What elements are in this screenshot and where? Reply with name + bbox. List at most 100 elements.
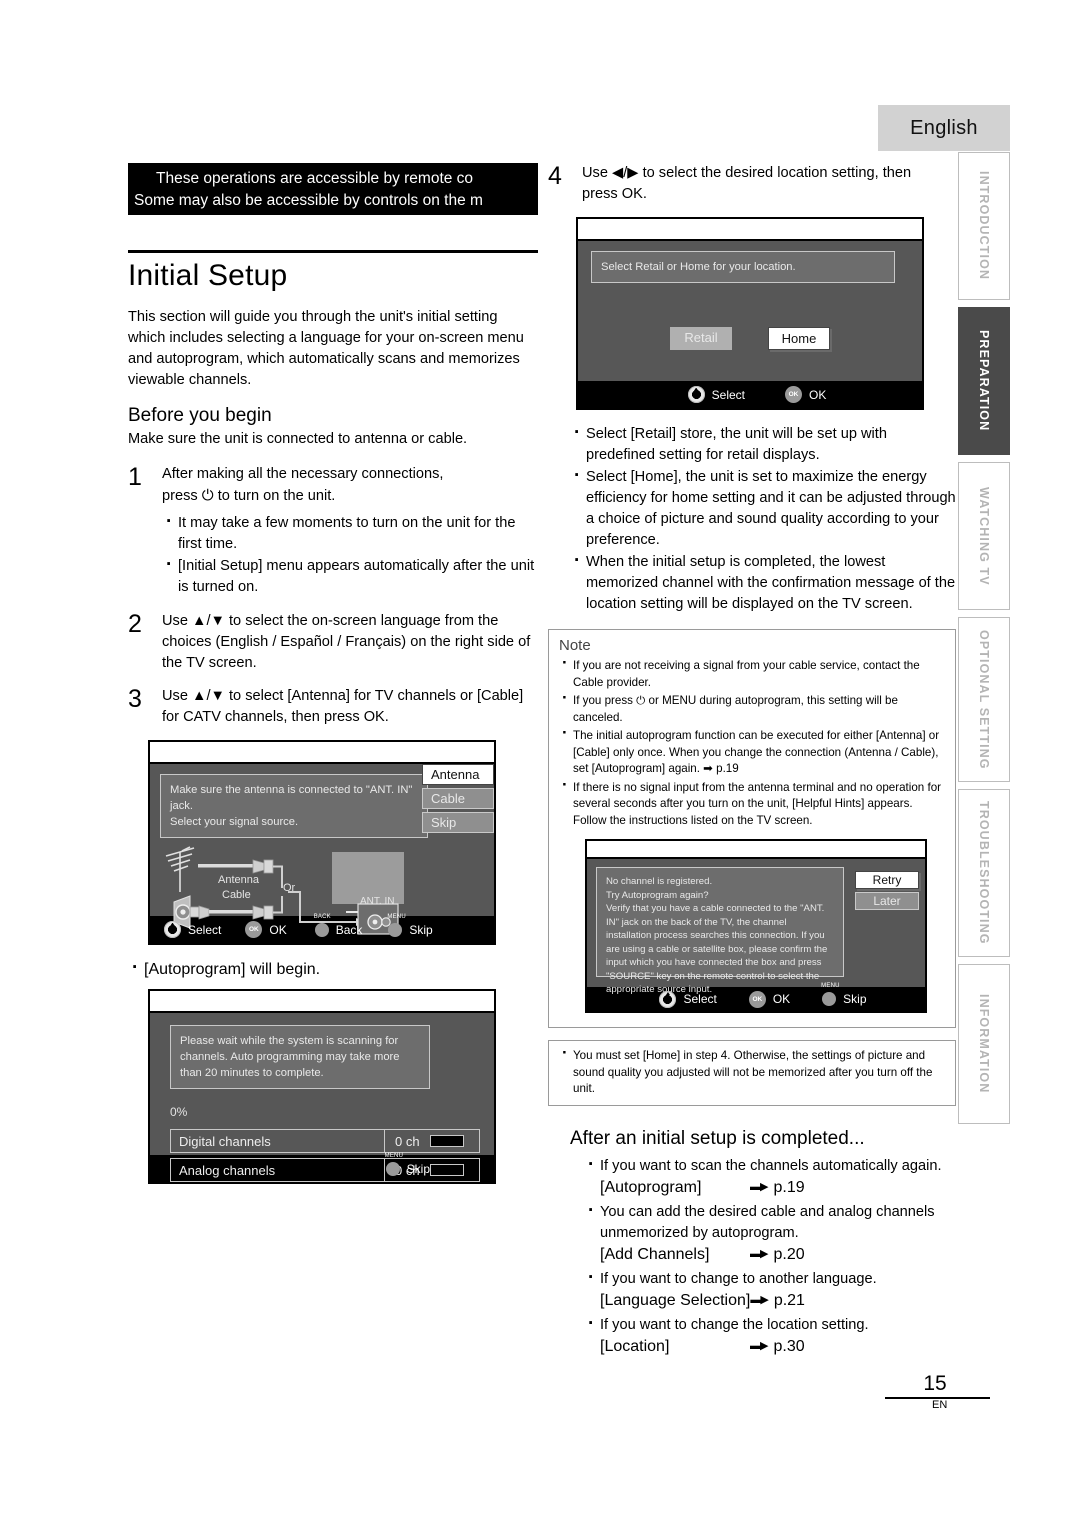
key-guide-select[interactable]: Select <box>659 990 717 1008</box>
arrow-icon: ▬▶ <box>750 1247 768 1260</box>
after-item-desc: You can add the desired cable and analog… <box>600 1203 935 1241</box>
option-home[interactable]: Home <box>768 327 830 350</box>
tv-screen-antenna-select: Make sure the antenna is connected to "A… <box>148 740 496 945</box>
no-channel-line-2: Try Autoprogram again? <box>606 889 709 901</box>
dpad-icon <box>164 921 181 938</box>
key-guide-select[interactable]: Select <box>687 386 745 403</box>
no-channel-line-3: Verify that you have a cable connected t… <box>606 903 828 995</box>
progress-row-name: Analog channels <box>179 1162 276 1178</box>
section-tab-label: INTRODUCTION <box>977 171 991 281</box>
note-box-secondary: You must set [Home] in step 4. Otherwise… <box>548 1040 956 1106</box>
left-column: Initial Setup This section will guide yo… <box>120 250 540 1184</box>
step-1-line-2-pre: press <box>162 488 198 504</box>
step-1-line-1: After making all the necessary connectio… <box>162 466 444 482</box>
remote-control-banner: These operations are accessible by remot… <box>128 163 538 215</box>
key-guide-skip[interactable]: MENU Skip <box>385 1153 430 1176</box>
after-item-page: p.20 <box>773 1245 805 1263</box>
tv-screen-header-bar <box>578 219 922 241</box>
key-cap-menu: MENU <box>384 1152 404 1159</box>
after-item-ref-line: [Location] ▬▶ p.30 <box>600 1336 956 1357</box>
step-3-number: 3 <box>128 685 142 713</box>
ok-button-icon: OK <box>245 921 263 938</box>
progress-bar <box>429 1135 464 1147</box>
tv-screen-content: Please wait while the system is scanning… <box>150 1013 494 1182</box>
section-tab-preparation[interactable]: PREPARATION <box>958 307 1010 455</box>
key-guide-skip[interactable]: MENU Skip <box>387 914 433 937</box>
section-tab-label: OPTIONAL SETTING <box>977 629 991 770</box>
key-guide-label: Select <box>711 387 745 402</box>
key-guide-ok[interactable]: OK OK <box>785 386 826 403</box>
option-skip[interactable]: Skip <box>422 812 494 833</box>
list-item: If you press ⏻ or MENU during autoprogra… <box>559 690 945 726</box>
list-item: [Initial Setup] menu appears automatical… <box>162 554 540 598</box>
location-bullets: Select [Retail] store, the unit will be … <box>570 422 956 615</box>
list-item: You must set [Home] in step 4. Otherwise… <box>559 1045 945 1098</box>
after-setup-heading: After an initial setup is completed... <box>570 1127 865 1149</box>
page-title: Initial Setup <box>128 259 288 292</box>
key-guide-skip[interactable]: MENU Skip <box>821 983 867 1006</box>
tv-screen-autoprogram-progress: Please wait while the system is scanning… <box>148 989 496 1184</box>
after-item-ref-line: [Language Selection] ▬▶ p.21 <box>600 1290 956 1311</box>
right-column: 4 Use ◀/▶ to select the desired location… <box>548 163 956 1361</box>
back-button-icon <box>314 922 329 937</box>
key-guide-label: OK <box>809 387 827 402</box>
note2-bullets: You must set [Home] in step 4. Otherwise… <box>559 1045 945 1098</box>
option-antenna[interactable]: Antenna <box>422 764 494 785</box>
arrow-icon: ▬▶ <box>750 1339 768 1352</box>
after-item-ref: [Add Channels] <box>600 1245 710 1263</box>
key-guide-ok[interactable]: OK OK <box>748 990 790 1008</box>
section-tab-information[interactable]: INFORMATION <box>958 964 1010 1124</box>
step-4-line-1: Use ◀/▶ to select the desired location s… <box>582 165 912 181</box>
option-retry[interactable]: Retry <box>855 871 919 889</box>
page-number: 15 EN <box>880 1372 990 1411</box>
step-2-number: 2 <box>128 610 142 638</box>
list-item: If you want to change the location setti… <box>584 1313 956 1357</box>
title-rule <box>128 250 538 253</box>
section-tab-introduction[interactable]: INTRODUCTION <box>958 152 1010 300</box>
step-3-line-1: Use ▲/▼ to select [Antenna] for TV chann… <box>162 688 524 704</box>
tv-screen-header-bar <box>150 742 494 764</box>
diagram-label-or: Or <box>283 882 296 894</box>
diagram-label-cable: Cable <box>222 889 251 901</box>
key-guide-label: OK <box>269 922 287 937</box>
after-item-ref: [Autoprogram] <box>600 1178 702 1196</box>
option-retail[interactable]: Retail <box>670 327 732 350</box>
key-guide-select[interactable]: Select <box>164 921 221 938</box>
step-2-text: Use ▲/▼ to select the on-screen language… <box>162 613 531 671</box>
step-1-number: 1 <box>128 463 142 491</box>
list-item: When the initial setup is completed, the… <box>570 550 956 615</box>
step-1-line-2-post: to turn on the unit. <box>217 488 336 504</box>
dpad-icon <box>687 386 705 403</box>
ok-button-icon: OK <box>748 990 766 1008</box>
section-tab-watching-tv[interactable]: WATCHING TV <box>958 462 1010 610</box>
antenna-message-box: Make sure the antenna is connected to "A… <box>160 774 428 838</box>
key-guide-back[interactable]: BACK Back <box>314 914 363 937</box>
section-tab-label: PREPARATION <box>977 330 991 432</box>
diagram-label-antenna: Antenna <box>218 874 259 886</box>
progress-percent: 0% <box>170 1105 188 1119</box>
key-guide-ok[interactable]: OK OK <box>245 921 287 938</box>
step-3-line-2: for CATV channels, then press OK. <box>162 709 389 725</box>
language-tab: English <box>878 105 1010 151</box>
tv-screen-location-select: Select Retail or Home for your location.… <box>576 217 924 410</box>
after-item-ref: [Location] <box>600 1337 670 1355</box>
tv-screen-header-bar <box>587 841 925 859</box>
list-item: You can add the desired cable and analog… <box>584 1200 956 1265</box>
arrow-icon: ▬▶ <box>750 1293 768 1306</box>
step-3: 3 Use ▲/▼ to select [Antenna] for TV cha… <box>128 686 540 728</box>
section-tab-optional-setting[interactable]: OPTIONAL SETTING <box>958 617 1010 782</box>
intro-paragraph: This section will guide you through the … <box>128 309 524 388</box>
after-item-ref: [Language Selection] <box>600 1291 751 1309</box>
tv-screen-header-bar <box>150 991 494 1013</box>
option-cable[interactable]: Cable <box>422 788 494 809</box>
option-later[interactable]: Later <box>855 892 919 910</box>
key-guide-label: Back <box>335 922 363 937</box>
list-item: Select [Home], the unit is set to maximi… <box>570 465 956 551</box>
section-tab-troubleshooting[interactable]: TROUBLESHOOTING <box>958 789 1010 957</box>
list-item: If there is no signal input from the ant… <box>559 777 945 830</box>
step-4-number: 4 <box>548 162 562 190</box>
after-item-desc: If you want to change to another languag… <box>600 1270 877 1287</box>
tv-screen-key-guide: Select OK OK <box>578 381 922 408</box>
arrow-icon: ▬▶ <box>750 1180 768 1193</box>
key-guide-label: Select <box>188 922 222 937</box>
